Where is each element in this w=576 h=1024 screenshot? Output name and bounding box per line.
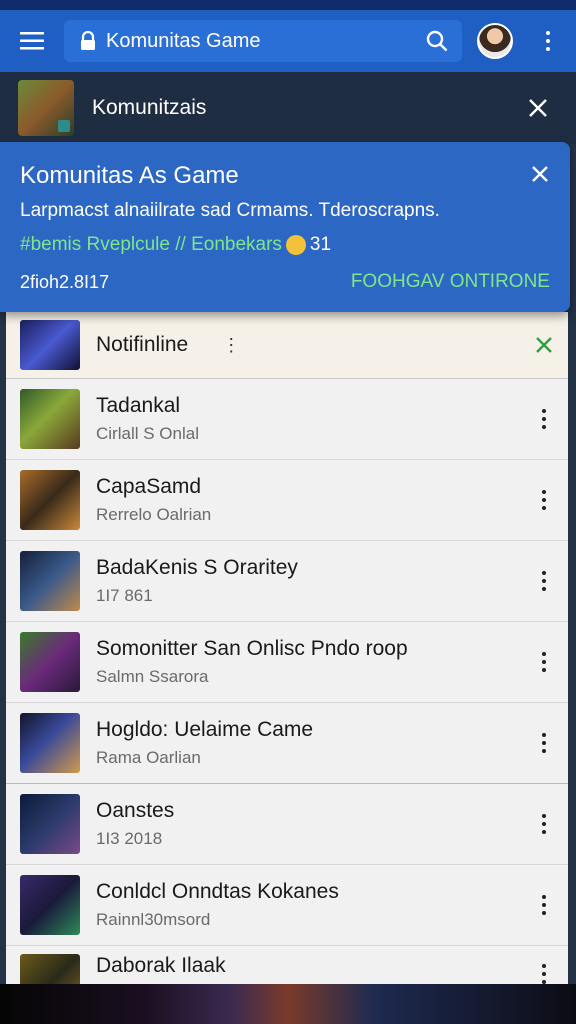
card-tags-row: #bemis Rveplcule // Eonbekars 31 <box>20 234 331 256</box>
close-notification-button[interactable] <box>518 88 558 128</box>
list-item-title: Notifinline <box>96 333 189 356</box>
list-item-title: BadaKenis S Oraritey <box>96 556 298 579</box>
game-thumbnail <box>20 632 80 692</box>
list-item-subtitle: 1I7 861 <box>96 586 153 605</box>
list-item-subtitle: Rainnl30msord <box>96 910 211 929</box>
card-count: 31 <box>309 234 332 255</box>
game-thumbnail <box>20 794 80 854</box>
more-vert-icon <box>542 812 546 836</box>
card-close-button[interactable] <box>524 158 556 190</box>
address-search-bar[interactable]: Komunitas Game <box>64 20 462 62</box>
search-query: Komunitas Game <box>106 29 261 52</box>
card-description: Larpmacst alnaiilrate sad Crmams. Tderos… <box>20 200 440 221</box>
notification-list: Notifinline ⋮ Tadankal Cirlall S Onlal C… <box>6 312 568 984</box>
more-vert-icon <box>542 962 546 984</box>
more-vert-icon <box>542 569 546 593</box>
item-menu-button[interactable] <box>524 561 564 601</box>
item-menu-button[interactable] <box>524 642 564 682</box>
lock-icon <box>76 29 100 53</box>
app-bar: Komunitas Game <box>0 10 576 72</box>
item-menu-button[interactable] <box>524 480 564 520</box>
close-icon <box>532 166 548 182</box>
overflow-menu-button[interactable] <box>528 29 568 53</box>
list-item-subtitle: 1I3 2018 <box>96 829 163 848</box>
list-item[interactable]: Somonitter San Onlisc Pndo roop Salmn Ss… <box>6 622 568 703</box>
more-vert-icon <box>542 893 546 917</box>
avatar[interactable] <box>477 23 513 59</box>
list-item-title: Oanstes <box>96 799 175 822</box>
list-item[interactable]: CapaSamd Rerrelo Oalrian <box>6 460 568 541</box>
list-item-title: Hogldo: Uelaime Came <box>96 718 314 741</box>
game-thumbnail <box>20 954 80 984</box>
more-vert-icon <box>546 29 550 53</box>
item-menu-button[interactable] <box>524 885 564 925</box>
list-item-subtitle: Salmn Ssarora <box>96 667 209 686</box>
status-bar <box>0 0 576 10</box>
more-vert-icon <box>542 650 546 674</box>
card-tags[interactable]: #bemis Rveplcule // Eonbekars <box>20 234 282 256</box>
more-vert-icon <box>542 488 546 512</box>
hamburger-icon <box>20 32 44 50</box>
dismiss-button[interactable] <box>524 325 564 365</box>
more-vert-icon <box>542 407 546 431</box>
list-item-title: Somonitter San Onlisc Pndo roop <box>96 637 408 660</box>
card-date: 2fioh2.8I17 <box>20 272 110 292</box>
game-thumbnail <box>20 470 80 530</box>
game-thumbnail <box>20 713 80 773</box>
list-item[interactable]: Hogldo: Uelaime Came Rama Oarlian <box>6 703 568 784</box>
list-item-subtitle: Rama Oarlian <box>96 748 201 767</box>
item-menu-button[interactable] <box>524 804 564 844</box>
more-vert-icon <box>542 731 546 755</box>
menu-button[interactable] <box>0 10 64 72</box>
item-menu-button[interactable] <box>524 954 564 984</box>
list-item-title: Conldcl Onndtas Kokanes <box>96 880 339 903</box>
list-item[interactable]: BadaKenis S Oraritey 1I7 861 <box>6 541 568 622</box>
close-icon <box>536 337 552 353</box>
list-item-highlighted[interactable]: Notifinline ⋮ <box>6 312 568 379</box>
card-title: Komunitas As Game <box>20 162 239 189</box>
list-item[interactable]: Conldcl Onndtas Kokanes Rainnl30msord <box>6 865 568 946</box>
community-card[interactable]: Komunitas As Game Larpmacst alnaiilrate … <box>0 142 570 312</box>
game-thumbnail <box>20 875 80 935</box>
close-icon <box>529 99 547 117</box>
card-action-link[interactable]: FOOHGAV ONTIRONE <box>351 271 550 293</box>
list-item-title: Tadankal <box>96 394 181 417</box>
drag-handle-icon: ⋮ <box>222 334 241 355</box>
game-thumbnail <box>20 551 80 611</box>
game-thumbnail <box>18 80 74 136</box>
notification-bar[interactable]: Komunitzais <box>0 72 576 144</box>
item-menu-button[interactable] <box>524 399 564 439</box>
game-thumbnail <box>20 389 80 449</box>
list-item-subtitle: Rerrelo Oalrian <box>96 505 212 524</box>
list-item-subtitle: Cirlall S Onlal <box>96 424 199 443</box>
list-item[interactable]: Daborak Ilaak <box>6 946 568 984</box>
list-item[interactable]: Oanstes 1I3 2018 <box>6 784 568 865</box>
footer-banner-art <box>0 984 576 1024</box>
list-item[interactable]: Tadankal Cirlall S Onlal <box>6 379 568 460</box>
list-item-title: CapaSamd <box>96 475 202 498</box>
search-icon[interactable] <box>424 28 450 54</box>
item-menu-button[interactable] <box>524 723 564 763</box>
list-item-title: Daborak Ilaak <box>96 954 226 977</box>
notification-title: Komunitzais <box>92 96 207 119</box>
game-thumbnail <box>20 320 80 370</box>
emoji-icon <box>285 235 306 255</box>
